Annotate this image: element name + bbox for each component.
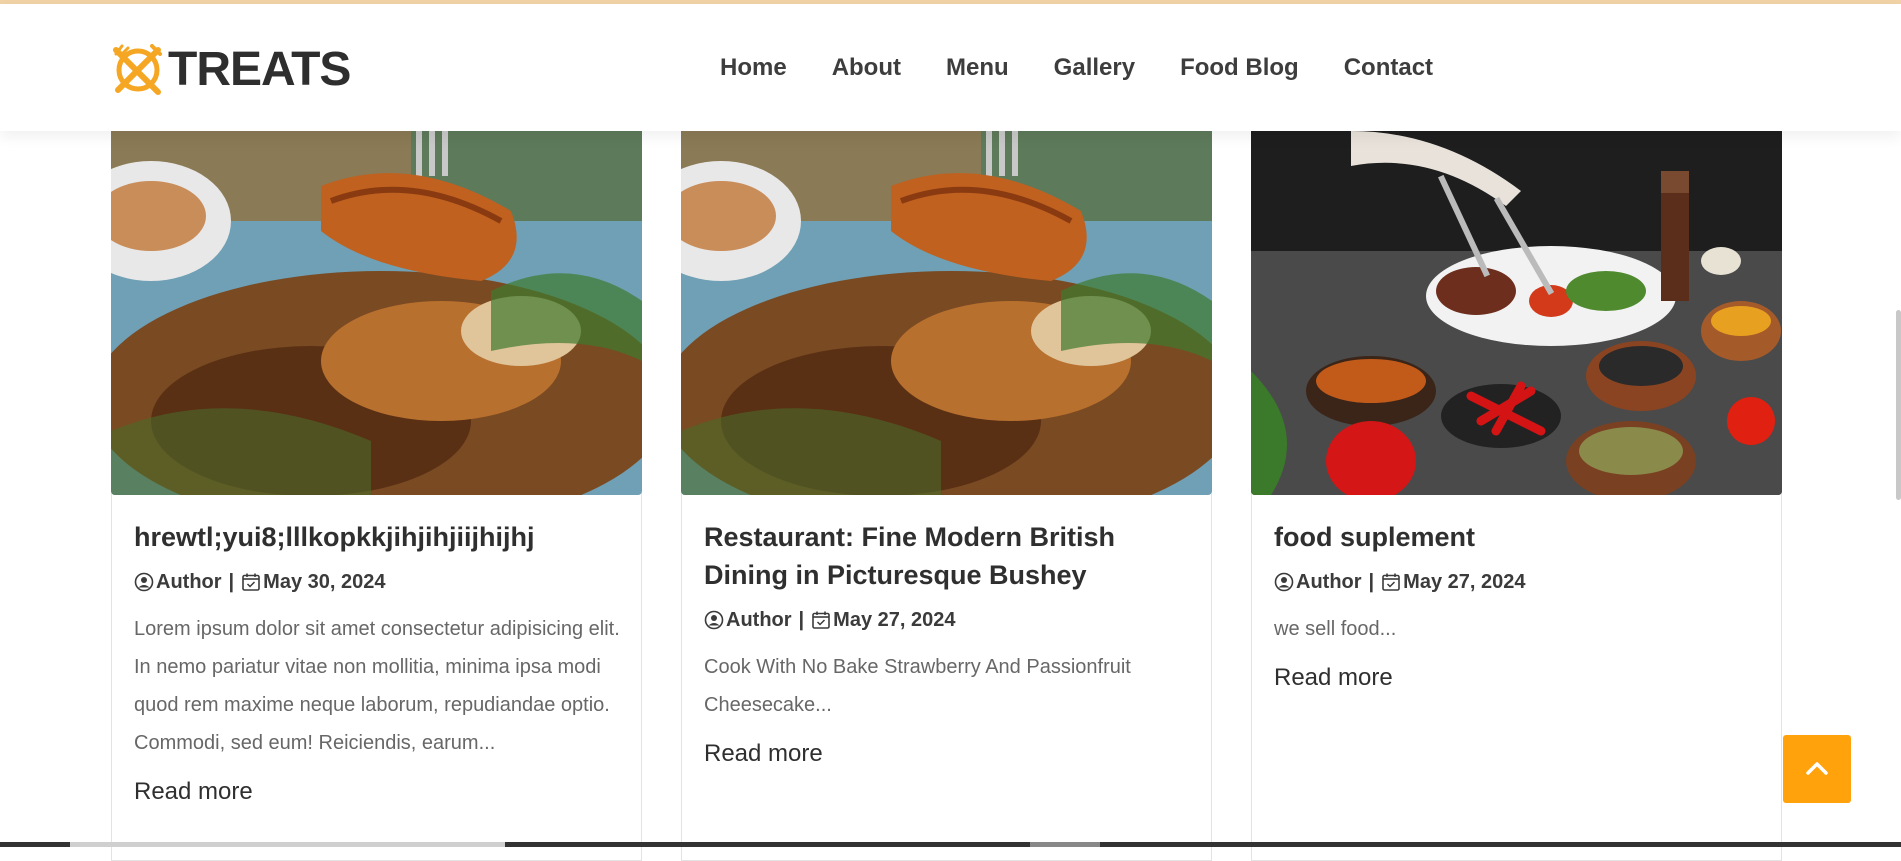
blog-card: food suplement Author | May 27, 2024 we … (1251, 131, 1782, 861)
user-circle-icon (1274, 572, 1294, 592)
grilled-fish-image (681, 131, 1212, 495)
post-image[interactable] (681, 131, 1212, 495)
post-title[interactable]: food suplement (1274, 518, 1764, 556)
read-more-link[interactable]: Read more (134, 778, 253, 806)
post-meta: Author | May 27, 2024 (704, 608, 1194, 632)
grilled-fish-image (111, 131, 642, 495)
blog-card: hrewtl;yui8;lllkopkkjihjihjiijhijhj Auth… (111, 131, 642, 861)
main-nav: Home About Menu Gallery Food Blog Contac… (720, 54, 1478, 82)
scroll-to-top-button[interactable] (1783, 735, 1851, 803)
bottom-bar-segment (70, 842, 505, 847)
chef-plating-steak-image (1251, 131, 1782, 495)
logo-text: TREATS (168, 43, 351, 96)
post-excerpt: we sell food... (1274, 618, 1397, 640)
scrollbar-thumb[interactable] (1896, 310, 1901, 500)
nav-home[interactable]: Home (720, 54, 787, 82)
read-more-link[interactable]: Read more (704, 740, 823, 768)
post-date: May 27, 2024 (833, 609, 956, 631)
calendar-check-icon (242, 573, 260, 591)
card-body: Restaurant: Fine Modern British Dining i… (704, 518, 1194, 768)
post-title[interactable]: hrewtl;yui8;lllkopkkjihjihjiijhijhj (134, 518, 624, 556)
bottom-bar-segment (1030, 842, 1100, 847)
logo-mark-icon (113, 44, 162, 95)
post-title[interactable]: Restaurant: Fine Modern British Dining i… (704, 518, 1194, 594)
user-circle-icon (704, 610, 724, 630)
card-body: food suplement Author | May 27, 2024 we … (1274, 518, 1764, 692)
blog-card: Restaurant: Fine Modern British Dining i… (681, 131, 1212, 861)
meta-separator: | (1368, 571, 1375, 593)
chevron-up-icon (1806, 762, 1828, 775)
read-more-link[interactable]: Read more (1274, 664, 1393, 692)
post-date: May 27, 2024 (1403, 571, 1526, 593)
post-date: May 30, 2024 (263, 571, 386, 593)
calendar-check-icon (812, 611, 830, 629)
meta-separator: | (228, 571, 235, 593)
post-image[interactable] (1251, 131, 1782, 495)
post-excerpt: Lorem ipsum dolor sit amet consectetur a… (134, 618, 620, 754)
calendar-check-icon (1382, 573, 1400, 591)
post-meta: Author | May 30, 2024 (134, 570, 624, 594)
nav-food-blog[interactable]: Food Blog (1180, 54, 1299, 82)
nav-gallery[interactable]: Gallery (1054, 54, 1135, 82)
post-excerpt: Cook With No Bake Strawberry And Passion… (704, 656, 1131, 716)
post-author: Author (1296, 571, 1362, 593)
logo[interactable]: TREATS (110, 42, 351, 98)
meta-separator: | (798, 609, 805, 631)
nav-about[interactable]: About (832, 54, 901, 82)
post-author: Author (726, 609, 792, 631)
post-author: Author (156, 571, 222, 593)
user-circle-icon (134, 572, 154, 592)
nav-contact[interactable]: Contact (1344, 54, 1433, 82)
post-image[interactable] (111, 131, 642, 495)
bottom-bar (0, 842, 1901, 847)
nav-menu[interactable]: Menu (946, 54, 1009, 82)
site-header: TREATS Home About Menu Gallery Food Blog… (0, 4, 1901, 131)
post-meta: Author | May 27, 2024 (1274, 570, 1764, 594)
card-body: hrewtl;yui8;lllkopkkjihjihjiijhijhj Auth… (134, 518, 624, 806)
